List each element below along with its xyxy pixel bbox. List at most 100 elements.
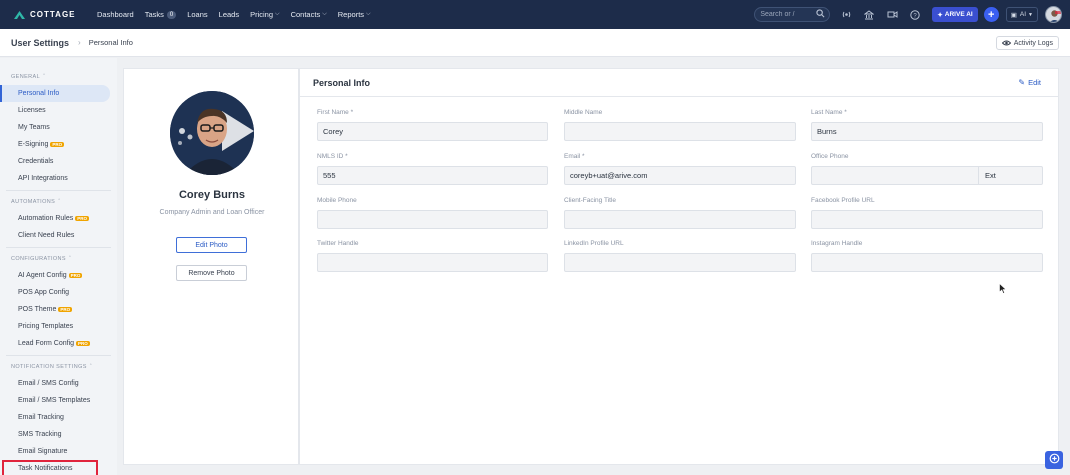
nav-tasks[interactable]: Tasks 0 — [145, 10, 177, 19]
nav-dashboard-label: Dashboard — [97, 10, 134, 19]
nav-right-tools: ? ✦ ARIVE AI + ▣ AI ▼ — [754, 6, 1062, 23]
edit-label: Edit — [1028, 78, 1041, 87]
mouse-cursor-icon — [999, 282, 1007, 296]
sidebar-item-email-sms-templates[interactable]: Email / SMS Templates — [0, 392, 110, 409]
sidebar-item-task-notifications[interactable]: Task Notifications — [2, 460, 98, 475]
nav-dashboard[interactable]: Dashboard — [97, 10, 134, 19]
sidebar-item-label: Personal Info — [18, 90, 60, 97]
personal-info-header: Personal Info — [300, 69, 1058, 97]
sidebar-item-personal-info[interactable]: Personal Info — [0, 85, 110, 102]
nav-pricing[interactable]: Pricing ⌵ — [250, 10, 280, 19]
profile-photo — [170, 91, 254, 175]
sidebar-item-label: SMS Tracking — [18, 431, 62, 438]
mobile-phone-input[interactable] — [317, 210, 548, 229]
create-new-button[interactable]: + — [983, 7, 999, 22]
sidebar-item-my-teams[interactable]: My Teams — [0, 119, 110, 136]
global-search[interactable] — [754, 7, 831, 22]
facebook-url-field: Facebook Profile URL — [811, 197, 1043, 229]
nav-contacts[interactable]: Contacts ⌵ — [291, 10, 327, 19]
help-icon[interactable]: ? — [908, 8, 922, 22]
nav-reports[interactable]: Reports ⌵ — [338, 10, 371, 19]
nav-leads-label: Leads — [218, 10, 240, 19]
office-phone-input[interactable]: Ext — [811, 166, 1043, 185]
last-name-input[interactable]: Burns — [811, 122, 1043, 141]
nav-tasks-label: Tasks — [144, 10, 164, 19]
sidebar-item-client-need-rules[interactable]: Client Need Rules — [0, 227, 110, 244]
middle-name-input[interactable] — [564, 122, 796, 141]
activity-logs-label: Activity Logs — [1013, 39, 1053, 47]
edit-photo-button[interactable]: Edit Photo — [176, 237, 247, 253]
page-title[interactable]: User Settings — [11, 38, 69, 48]
section-general[interactable]: GENERAL ˆ — [11, 68, 117, 85]
sidebar-item-e-signing[interactable]: E-Signing PRO — [0, 136, 110, 153]
nav-loans[interactable]: Loans — [187, 10, 207, 19]
twitter-handle-input[interactable] — [317, 253, 548, 272]
divider — [6, 355, 111, 356]
ai-model-select[interactable]: ▣ AI ▼ — [1005, 7, 1038, 22]
middle-name-field: Middle Name — [564, 109, 796, 141]
chevron-up-icon: ˆ — [58, 198, 61, 205]
support-chat-button[interactable] — [1045, 451, 1063, 469]
sidebar-item-pos-app-config[interactable]: POS App Config — [0, 284, 110, 301]
sidebar-item-email-tracking[interactable]: Email Tracking — [0, 409, 110, 426]
chevron-up-icon: ˆ — [89, 363, 93, 370]
nmls-id-input[interactable]: 555 — [317, 166, 548, 185]
sidebar-item-email-sms-config[interactable]: Email / SMS Config — [0, 375, 110, 392]
sidebar-item-credentials[interactable]: Credentials — [0, 153, 110, 170]
pro-badge: PRO — [75, 216, 90, 221]
bank-icon[interactable] — [862, 8, 876, 22]
search-icon[interactable] — [816, 9, 825, 20]
edit-button[interactable]: ✎ Edit — [1018, 78, 1041, 87]
sidebar-item-api-integrations[interactable]: API Integrations — [0, 170, 110, 187]
section-configurations[interactable]: CONFIGURATIONS ˆ — [11, 250, 117, 267]
field-label: Middle Name — [564, 109, 603, 116]
sidebar-item-email-signature[interactable]: Email Signature — [0, 443, 110, 460]
activity-logs-button[interactable]: Activity Logs — [995, 36, 1059, 50]
client-facing-title-input[interactable] — [564, 210, 796, 229]
last-name-field: Last Name * Burns — [811, 109, 1043, 141]
chevron-down-icon: ⌵ — [275, 11, 280, 17]
settings-sidebar: GENERAL ˆ Personal Info Licenses My Teams… — [0, 58, 117, 475]
sidebar-item-licenses[interactable]: Licenses — [0, 102, 110, 119]
sidebar-item-label: AI Agent Config — [18, 272, 67, 279]
section-automations[interactable]: AUTOMATIONS ˆ — [11, 193, 117, 210]
brand-logo[interactable]: COTTAGE — [13, 9, 86, 20]
pro-badge: PRO — [50, 142, 65, 147]
caret-down-icon: ▼ — [1028, 11, 1033, 18]
divider — [6, 190, 111, 191]
email-input[interactable]: coreyb+uat@arive.com — [564, 166, 796, 185]
field-label: Instagram Handle — [811, 240, 863, 247]
sidebar-item-pricing-templates[interactable]: Pricing Templates — [0, 318, 110, 335]
sidebar-item-label: Email / SMS Config — [18, 380, 79, 387]
sidebar-item-lead-form-config[interactable]: Lead Form Config PRO — [0, 335, 110, 352]
personal-info-card: Personal Info ✎ Edit First Name * Corey … — [299, 68, 1059, 465]
remove-photo-button[interactable]: Remove Photo — [176, 265, 247, 281]
profile-card: Corey Burns Company Admin and Loan Offic… — [123, 68, 299, 465]
top-navigation-bar: COTTAGE Dashboard Tasks 0 Loans Leads Pri… — [0, 0, 1070, 29]
ai-select-label: AI — [1019, 11, 1027, 18]
arive-ai-button[interactable]: ✦ ARIVE AI — [932, 7, 978, 22]
sidebar-item-pos-theme[interactable]: POS Theme PRO — [0, 301, 110, 318]
section-notification-settings[interactable]: NOTIFICATION SETTINGS ˆ — [11, 358, 117, 375]
linkedin-url-input[interactable] — [564, 253, 796, 272]
instagram-handle-input[interactable] — [811, 253, 1043, 272]
search-input[interactable] — [760, 11, 817, 18]
sidebar-item-automation-rules[interactable]: Automation Rules PRO — [0, 210, 110, 227]
sidebar-item-label: Email Signature — [18, 448, 68, 455]
sparkle-icon: ✦ — [937, 11, 943, 19]
section-title: Personal Info — [313, 77, 371, 88]
field-label: Mobile Phone — [317, 197, 357, 204]
chevron-up-icon: ˆ — [43, 73, 46, 80]
field-label: Facebook Profile URL — [811, 197, 875, 204]
client-facing-title-field: Client-Facing Title — [564, 197, 796, 229]
phone-ext-input[interactable]: Ext — [978, 167, 1042, 184]
first-name-input[interactable]: Corey — [317, 122, 548, 141]
facebook-url-input[interactable] — [811, 210, 1043, 229]
broadcast-icon[interactable] — [839, 8, 853, 22]
sidebar-item-sms-tracking[interactable]: SMS Tracking — [0, 426, 110, 443]
video-icon[interactable] — [885, 8, 899, 22]
sidebar-item-ai-agent-config[interactable]: AI Agent Config PRO — [0, 267, 110, 284]
user-avatar[interactable] — [1045, 6, 1062, 23]
nav-leads[interactable]: Leads — [219, 10, 239, 19]
field-label: Client-Facing Title — [564, 197, 617, 204]
